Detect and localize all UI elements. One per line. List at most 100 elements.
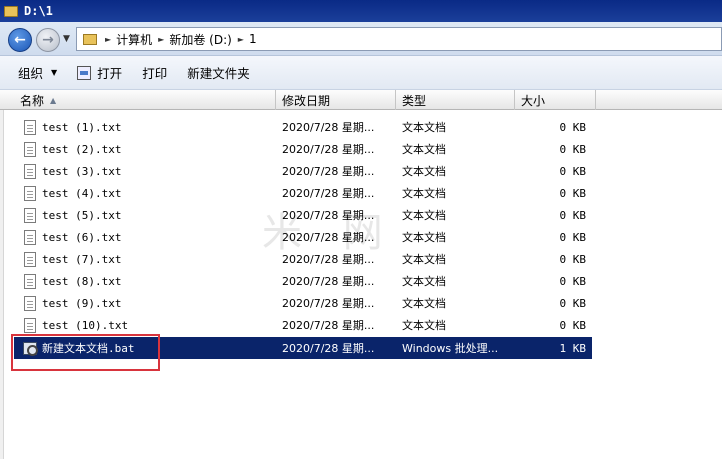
text-file-icon [23, 270, 37, 292]
column-header-date[interactable]: 修改日期 [276, 90, 396, 110]
file-size: 0 KB [559, 120, 587, 134]
batch-file-icon [23, 337, 38, 359]
file-size: 0 KB [559, 296, 587, 310]
file-type: 文本文档 [402, 165, 446, 178]
text-file-icon [23, 182, 37, 204]
column-size-label: 大小 [521, 93, 546, 108]
navigation-bar: ← → ▼ ► 计算机 ► 新加卷 (D:) ► 1 [0, 22, 722, 56]
file-size: 0 KB [559, 230, 587, 244]
text-file-icon [23, 160, 37, 182]
file-name: test (7).txt [42, 252, 122, 266]
file-date: 2020/7/28 星期... [282, 209, 375, 222]
breadcrumb-drive[interactable]: 新加卷 (D:) [169, 31, 231, 48]
back-button[interactable]: ← [8, 28, 32, 52]
navigation-pane-edge [0, 110, 4, 459]
organize-label: 组织 [18, 66, 44, 81]
chevron-right-icon[interactable]: ► [238, 35, 244, 44]
print-label: 打印 [142, 66, 168, 81]
column-name-label: 名称 [20, 93, 45, 108]
file-date: 2020/7/28 星期... [282, 297, 375, 310]
file-type: 文本文档 [402, 143, 446, 156]
text-file-icon [23, 204, 37, 226]
file-name: test (6).txt [42, 230, 122, 244]
file-date: 2020/7/28 星期... [282, 319, 375, 332]
file-row[interactable]: test (2).txt 2020/7/28 星期... 文本文档 0 KB [14, 138, 592, 160]
title-bar: D:\1 [0, 0, 722, 22]
file-row[interactable]: test (6).txt 2020/7/28 星期... 文本文档 0 KB [14, 226, 592, 248]
text-file-icon [23, 314, 37, 336]
sort-ascending-icon: ▲ [50, 95, 57, 105]
address-bar[interactable]: ► 计算机 ► 新加卷 (D:) ► 1 [76, 27, 722, 51]
open-label: 打开 [97, 66, 123, 81]
file-type: 文本文档 [402, 209, 446, 222]
open-button[interactable]: 打开 [67, 60, 132, 86]
text-file-icon [23, 116, 37, 138]
file-name: test (2).txt [42, 142, 122, 156]
file-date: 2020/7/28 星期... [282, 231, 375, 244]
file-row[interactable]: test (3).txt 2020/7/28 星期... 文本文档 0 KB [14, 160, 592, 182]
text-file-icon [23, 248, 37, 270]
window-title: D:\1 [24, 4, 53, 18]
new-folder-button[interactable]: 新建文件夹 [177, 60, 260, 86]
breadcrumb-computer[interactable]: 计算机 [116, 31, 152, 48]
file-type: 文本文档 [402, 121, 446, 134]
folder-icon [4, 5, 18, 17]
column-header-type[interactable]: 类型 [396, 90, 515, 110]
file-type: 文本文档 [402, 275, 446, 288]
organize-button[interactable]: 组织 ▼ [0, 60, 67, 86]
file-type: 文本文档 [402, 253, 446, 266]
text-file-icon [23, 138, 37, 160]
text-file-icon [23, 226, 37, 248]
file-row[interactable]: test (1).txt 2020/7/28 星期... 文本文档 0 KB [14, 116, 592, 138]
file-name: test (3).txt [42, 164, 122, 178]
file-size: 0 KB [559, 164, 587, 178]
file-row[interactable]: test (4).txt 2020/7/28 星期... 文本文档 0 KB [14, 182, 592, 204]
new-folder-label: 新建文件夹 [187, 66, 250, 81]
file-name: 新建文本文档.bat [42, 342, 135, 355]
column-header-size[interactable]: 大小 [515, 90, 596, 110]
file-date: 2020/7/28 星期... [282, 165, 375, 178]
file-size: 0 KB [559, 274, 587, 288]
chevron-right-icon[interactable]: ► [105, 35, 111, 44]
print-button[interactable]: 打印 [132, 60, 177, 86]
command-toolbar: 组织 ▼ 打开 打印 新建文件夹 [0, 56, 722, 90]
file-type: 文本文档 [402, 231, 446, 244]
file-type: 文本文档 [402, 297, 446, 310]
file-date: 2020/7/28 星期... [282, 342, 375, 355]
file-type: Windows 批处理... [402, 342, 499, 355]
forward-button[interactable]: → [36, 28, 60, 52]
column-header-name[interactable]: 名称 ▲ [14, 90, 276, 110]
open-icon [77, 65, 92, 80]
file-type: 文本文档 [402, 187, 446, 200]
file-size: 0 KB [559, 252, 587, 266]
recent-pages-dropdown[interactable]: ▼ [63, 34, 70, 44]
file-row[interactable]: test (10).txt 2020/7/28 星期... 文本文档 0 KB [14, 314, 592, 336]
file-name: test (4).txt [42, 186, 122, 200]
file-row[interactable]: test (7).txt 2020/7/28 星期... 文本文档 0 KB [14, 248, 592, 270]
file-name: test (10).txt [42, 318, 129, 332]
file-row[interactable]: test (9).txt 2020/7/28 星期... 文本文档 0 KB [14, 292, 592, 314]
file-date: 2020/7/28 星期... [282, 275, 375, 288]
file-name: test (5).txt [42, 208, 122, 222]
file-size: 0 KB [559, 142, 587, 156]
column-header-row: 名称 ▲ 修改日期 类型 大小 [0, 90, 722, 110]
file-date: 2020/7/28 星期... [282, 121, 375, 134]
file-date: 2020/7/28 星期... [282, 253, 375, 266]
file-name: test (9).txt [42, 296, 122, 310]
file-size: 0 KB [559, 318, 587, 332]
file-row[interactable]: test (8).txt 2020/7/28 星期... 文本文档 0 KB [14, 270, 592, 292]
text-file-icon [23, 292, 37, 314]
file-size: 0 KB [559, 208, 587, 222]
file-size: 1 KB [559, 341, 587, 355]
file-row[interactable]: test (5).txt 2020/7/28 星期... 文本文档 0 KB [14, 204, 592, 226]
folder-icon [83, 33, 97, 45]
column-type-label: 类型 [402, 93, 427, 108]
file-date: 2020/7/28 星期... [282, 143, 375, 156]
file-size: 0 KB [559, 186, 587, 200]
file-type: 文本文档 [402, 319, 446, 332]
chevron-down-icon: ▼ [51, 68, 58, 77]
chevron-right-icon[interactable]: ► [158, 35, 164, 44]
file-row-selected[interactable]: 新建文本文档.bat 2020/7/28 星期... Windows 批处理..… [14, 337, 592, 359]
column-date-label: 修改日期 [282, 93, 331, 108]
breadcrumb-folder[interactable]: 1 [249, 32, 257, 46]
